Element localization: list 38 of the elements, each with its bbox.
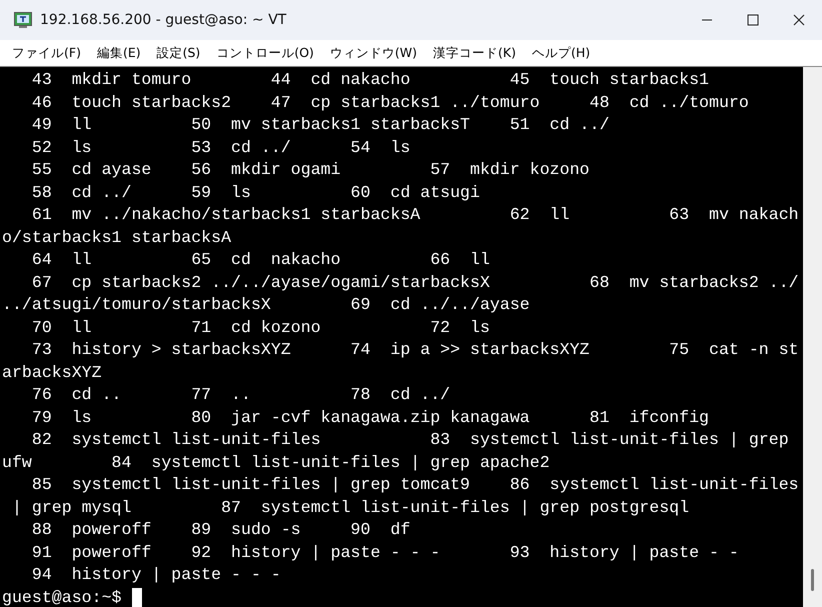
- maximize-icon: [747, 14, 759, 26]
- menu-item[interactable]: ウィンドウ(W): [322, 42, 426, 64]
- menu-item[interactable]: ファイル(F): [4, 42, 89, 64]
- menu-item[interactable]: 漢字コード(K): [425, 42, 524, 64]
- terminal-line: 46 touch starbacks2 47 cp starbacks1 ../tomuro 48 cd ../tomuro: [30, 92, 750, 114]
- menu-item[interactable]: ヘルプ(H): [524, 42, 598, 64]
- terminal-line: 67 cp starbacks2 ../../ayase/ogami/starbacksX 68 mv starbacks2 ../: [30, 272, 800, 294]
- terminal-line: 64 ll 65 cd nakacho 66 ll: [30, 249, 491, 271]
- window-title: 192.168.56.200 - guest@aso: ~ VT: [40, 12, 288, 28]
- terminal-line: ../atsugi/tomuro/starbacksX 69 cd ../../ayase: [2, 294, 531, 316]
- terminal-line: 52 ls 53 cd ../ 54 ls: [30, 136, 412, 158]
- terminal-line: arbacksXYZ: [2, 362, 103, 384]
- menu-item[interactable]: コントロール(O): [208, 42, 322, 64]
- terminal-line: 55 cd ayase 56 mkdir ogami 57 mkdir kozono: [30, 159, 591, 181]
- terminal-line: 58 cd ../ 59 ls 60 cd atsugi: [30, 182, 481, 204]
- terminal-line: ufw 84 systemctl list-unit-files | grep apache2: [2, 452, 551, 474]
- terminal-line: 91 poweroff 92 history | paste - - - 93 history | paste - -: [30, 542, 740, 564]
- terminal-line: 70 ll 71 cd kozono 72 ls: [30, 316, 491, 338]
- shell-prompt: guest@aso:~$: [2, 586, 122, 607]
- close-icon: [793, 14, 805, 26]
- terminal-line: 82 systemctl list-unit-files 83 systemctl list-unit-files | grep: [30, 429, 790, 451]
- text-cursor: [132, 588, 142, 607]
- terminal-line: 43 mkdir tomuro 44 cd nakacho 45 touch starbacks1: [30, 69, 710, 91]
- terminal-line: 49 ll 50 mv starbacks1 starbacksT 51 cd ../: [30, 114, 610, 136]
- terminal-icon: [14, 12, 32, 28]
- terminal-line: 94 history | paste - - -: [30, 564, 282, 586]
- terminal-line: 79 ls 80 jar -cvf kanagawa.zip kanagawa 81 ifconfig: [30, 406, 710, 428]
- terminal-line: 76 cd .. 77 .. 78 cd ../: [30, 384, 452, 406]
- menu-item[interactable]: 編集(E): [88, 42, 149, 64]
- terminal-line: | grep mysql 87 systemctl list-unit-files | grep postgresql: [10, 496, 690, 518]
- scroll-thumb[interactable]: [811, 569, 814, 591]
- terminal-line: 85 systemctl list-unit-files | grep tomcat9 86 systemctl list-unit-files: [30, 474, 800, 496]
- terminal-line: o/starbacks1 starbacksA: [2, 226, 232, 248]
- terminal-line: 61 mv ../nakacho/starbacks1 starbacksA 62 ll 63 mv nakach: [30, 204, 800, 226]
- menu-item[interactable]: 設定(S): [148, 42, 208, 64]
- terminal-line: 88 poweroff 89 sudo -s 90 df: [30, 519, 412, 541]
- terminal-line: 73 history > starbacksXYZ 74 ip a >> starbacksXYZ 75 cat -n st: [30, 339, 800, 361]
- scrollbar[interactable]: [803, 67, 822, 607]
